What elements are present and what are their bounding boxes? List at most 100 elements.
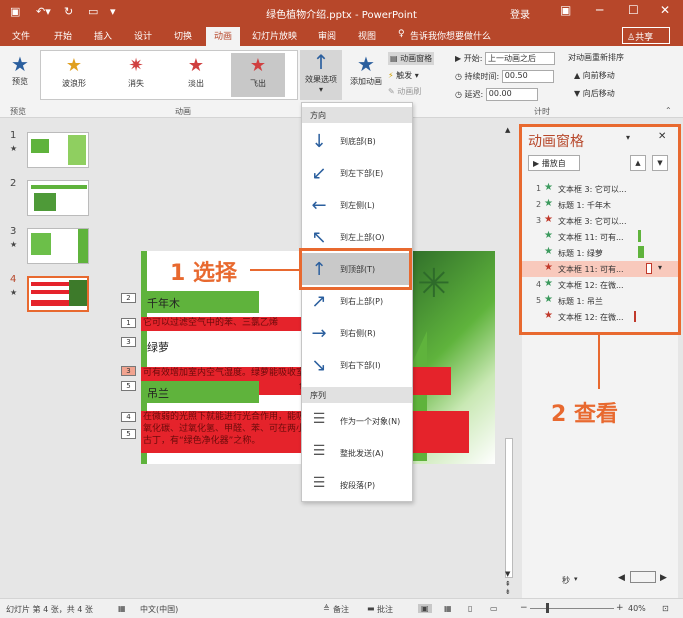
animation-group-label: 动画 bbox=[175, 107, 191, 116]
zoom-slider-track[interactable] bbox=[530, 608, 614, 609]
fit-slide-icon[interactable]: ⊡ bbox=[662, 604, 669, 613]
add-animation-button[interactable]: ★ 添加动画 bbox=[346, 52, 386, 87]
tab-review[interactable]: 审阅 bbox=[318, 29, 336, 42]
anim-wave[interactable]: ★ 波浪形 bbox=[49, 53, 99, 97]
arrow-right-icon: → bbox=[311, 323, 327, 344]
anim-tag[interactable]: 3 bbox=[121, 366, 136, 376]
zoom-out-icon[interactable]: − bbox=[520, 603, 528, 613]
annotation-select: 1 选择 bbox=[170, 261, 237, 286]
seq-by-paragraph[interactable]: ☰ 按段落(P) bbox=[302, 469, 412, 501]
anim-tag[interactable]: 2 bbox=[121, 293, 136, 303]
animation-painter-button[interactable]: ✎ 动画刷 bbox=[388, 86, 421, 97]
collapse-ribbon-icon[interactable]: ⌃ bbox=[665, 106, 672, 115]
dir-bottom-left[interactable]: ↙ 到左下部(E) bbox=[302, 157, 412, 189]
comments-button[interactable]: 批注 bbox=[377, 604, 393, 615]
zoom-level[interactable]: 40% bbox=[628, 604, 646, 613]
tell-me-input[interactable]: 告诉我你想要做什么 bbox=[410, 29, 491, 42]
tab-file[interactable]: 文件 bbox=[12, 29, 30, 42]
dir-bottom-right[interactable]: ↘ 到右下部(I) bbox=[302, 349, 412, 381]
tab-transitions[interactable]: 切换 bbox=[174, 29, 192, 42]
slide-info: 幻灯片 第 4 张，共 4 张 bbox=[6, 605, 93, 614]
scroll-up-icon[interactable]: ▲ bbox=[505, 126, 510, 134]
reading-view-icon[interactable]: ▯ bbox=[468, 604, 472, 613]
add-animation-label: 添加动画 bbox=[350, 77, 382, 86]
tab-insert[interactable]: 插入 bbox=[94, 29, 112, 42]
trigger-button[interactable]: ⚡ 触发 ▾ bbox=[388, 70, 419, 81]
tab-animations[interactable]: 动画 bbox=[206, 27, 241, 46]
tab-view[interactable]: 视图 bbox=[358, 29, 376, 42]
zoom-slider-thumb[interactable] bbox=[546, 603, 549, 613]
seq-paragraph-label: 按段落(P) bbox=[340, 481, 376, 490]
ribbon-tabs: 文件 开始 插入 设计 切换 动画 幻灯片放映 审阅 视图 ♀ 告诉我你想要做什… bbox=[0, 25, 683, 46]
seq-all-at-once[interactable]: ☰ 整批发送(A) bbox=[302, 437, 412, 469]
maximize-icon[interactable]: ☐ bbox=[628, 3, 639, 17]
anim-fade[interactable]: ★ 淡出 bbox=[171, 53, 221, 97]
slide-title-2: 绿萝 bbox=[147, 341, 169, 354]
close-icon[interactable]: ✕ bbox=[660, 3, 670, 17]
anim-tag[interactable]: 3 bbox=[121, 337, 136, 347]
slide-thumb-4[interactable] bbox=[27, 276, 89, 312]
preview-group-label: 预览 bbox=[10, 107, 26, 116]
move-later-button[interactable]: ▼ 向后移动 bbox=[574, 88, 615, 99]
login-link[interactable]: 登录 bbox=[510, 6, 530, 21]
slide-text-1: 它可以过滤空气中的苯、三氯乙烯 bbox=[141, 317, 311, 331]
vertical-scrollbar[interactable]: ▲ ▼ ⇞ ⇟ bbox=[503, 118, 515, 598]
slide-sorter-icon[interactable]: ▦ bbox=[444, 604, 452, 613]
anim-tag[interactable]: 4 bbox=[121, 412, 136, 422]
dir-left[interactable]: ← 到左侧(L) bbox=[302, 189, 412, 221]
timeline-right-icon[interactable]: ▶ bbox=[660, 573, 667, 583]
spelling-icon[interactable]: ▦ bbox=[118, 604, 126, 613]
reorder-title: 对动画重新排序 bbox=[568, 53, 624, 62]
anim-fly[interactable]: ★ 飞出 bbox=[231, 53, 285, 97]
fly-star-icon: ★ bbox=[249, 55, 267, 76]
trigger-label: 触发 bbox=[396, 71, 413, 80]
add-star-icon: ★ bbox=[357, 52, 375, 76]
notes-button[interactable]: 备注 bbox=[333, 604, 349, 615]
scroll-thumb[interactable] bbox=[505, 438, 513, 578]
dir-bottom[interactable]: ↓ 到底部(B) bbox=[302, 125, 412, 157]
duration-input[interactable]: 00.50 bbox=[501, 70, 554, 83]
anim-tag[interactable]: 1 bbox=[121, 318, 136, 328]
slide-thumb-1[interactable] bbox=[27, 132, 89, 168]
highlight-box-view bbox=[519, 124, 681, 335]
animation-pane-button[interactable]: ▤ 动画窗格 bbox=[388, 52, 435, 65]
arrow-up-left-icon: ↖ bbox=[311, 227, 327, 248]
slideshow-view-icon[interactable]: ▭ bbox=[490, 604, 498, 613]
effect-options-button[interactable]: ↑ 效果选项 ▾ bbox=[300, 50, 342, 100]
preview-button[interactable]: ★ 预览 bbox=[6, 52, 34, 87]
anim-tag[interactable]: 5 bbox=[121, 381, 136, 391]
slide-thumb-2[interactable] bbox=[27, 180, 89, 216]
tab-home[interactable]: 开始 bbox=[54, 29, 72, 42]
slide-thumb-3[interactable] bbox=[27, 228, 89, 264]
thumb-num: 3 bbox=[10, 226, 17, 237]
scroll-down-icon[interactable]: ▼ bbox=[505, 570, 510, 578]
slide-title-3: 吊兰 bbox=[147, 387, 169, 400]
dir-right[interactable]: → 到右侧(R) bbox=[302, 317, 412, 349]
ribbon-options-icon[interactable]: ▣ bbox=[560, 3, 571, 17]
seconds-dropdown-icon[interactable]: ▾ bbox=[574, 575, 578, 583]
thumb-image bbox=[31, 139, 49, 153]
tab-design[interactable]: 设计 bbox=[134, 29, 152, 42]
sequence-header: 序列 bbox=[302, 387, 412, 403]
zoom-in-icon[interactable]: + bbox=[616, 603, 624, 613]
anim-tag[interactable]: 5 bbox=[121, 429, 136, 439]
delay-input[interactable]: 00.00 bbox=[485, 88, 538, 101]
share-button[interactable]: ♙共享 bbox=[622, 27, 670, 44]
next-slide-icon[interactable]: ⇟ bbox=[505, 588, 511, 596]
timeline-left-icon[interactable]: ◀ bbox=[618, 573, 625, 583]
timeline-scroll[interactable] bbox=[630, 571, 656, 583]
dir-bottom-right-label: 到右下部(I) bbox=[340, 361, 381, 370]
normal-view-icon[interactable]: ▣ bbox=[418, 604, 432, 613]
move-earlier-button[interactable]: ▲ 向前移动 bbox=[574, 70, 615, 81]
seq-as-one[interactable]: ☰ 作为一个对象(N) bbox=[302, 405, 412, 437]
arrow-up-right-icon: ↗ bbox=[311, 291, 327, 312]
list-icon: ☰ bbox=[312, 443, 326, 459]
prev-slide-icon[interactable]: ⇞ bbox=[505, 580, 511, 588]
language-status[interactable]: 中文(中国) bbox=[140, 604, 178, 615]
wave-star-icon: ★ bbox=[65, 55, 83, 76]
tab-slideshow[interactable]: 幻灯片放映 bbox=[252, 29, 297, 42]
anim-disappear[interactable]: ✷ 消失 bbox=[111, 53, 161, 97]
start-select[interactable]: 上一动画之后 bbox=[484, 52, 555, 65]
slide-thumbnails: 1 ★ 2 3 ★ 4 ★ bbox=[0, 118, 100, 598]
minimize-icon[interactable]: ─ bbox=[596, 3, 603, 17]
